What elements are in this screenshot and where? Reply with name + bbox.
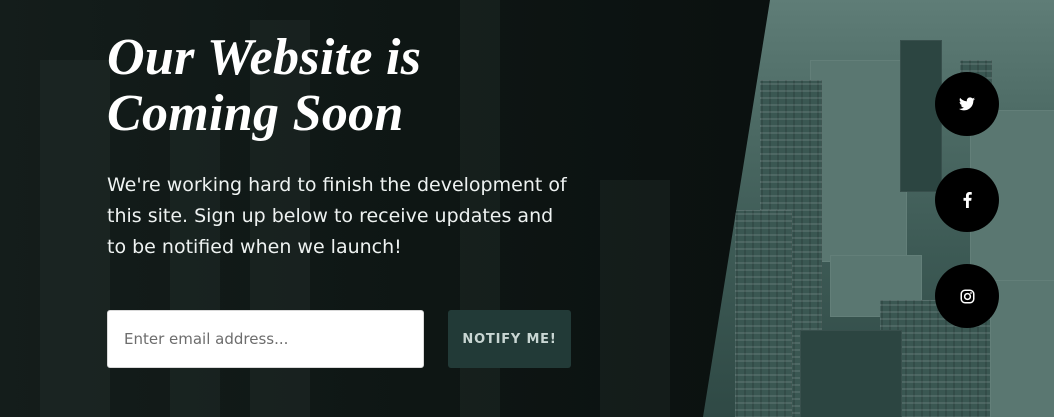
hero-content: Our Website is Coming Soon We're working… [107, 30, 587, 263]
subscribe-form: NOTIFY ME! [107, 310, 571, 368]
twitter-link[interactable] [935, 72, 999, 136]
social-links [935, 72, 999, 328]
facebook-link[interactable] [935, 168, 999, 232]
coming-soon-page: Our Website is Coming Soon We're working… [0, 0, 1054, 417]
title-line-1: Our Website is [107, 29, 422, 86]
twitter-icon [959, 97, 975, 111]
instagram-icon [960, 289, 974, 303]
title-line-2: Coming Soon [107, 85, 404, 142]
notify-button[interactable]: NOTIFY ME! [448, 310, 571, 368]
email-input[interactable] [107, 310, 424, 368]
hero-description: We're working hard to finish the develop… [107, 174, 567, 258]
facebook-icon [963, 192, 972, 208]
instagram-link[interactable] [935, 264, 999, 328]
page-title: Our Website is Coming Soon [107, 30, 587, 142]
